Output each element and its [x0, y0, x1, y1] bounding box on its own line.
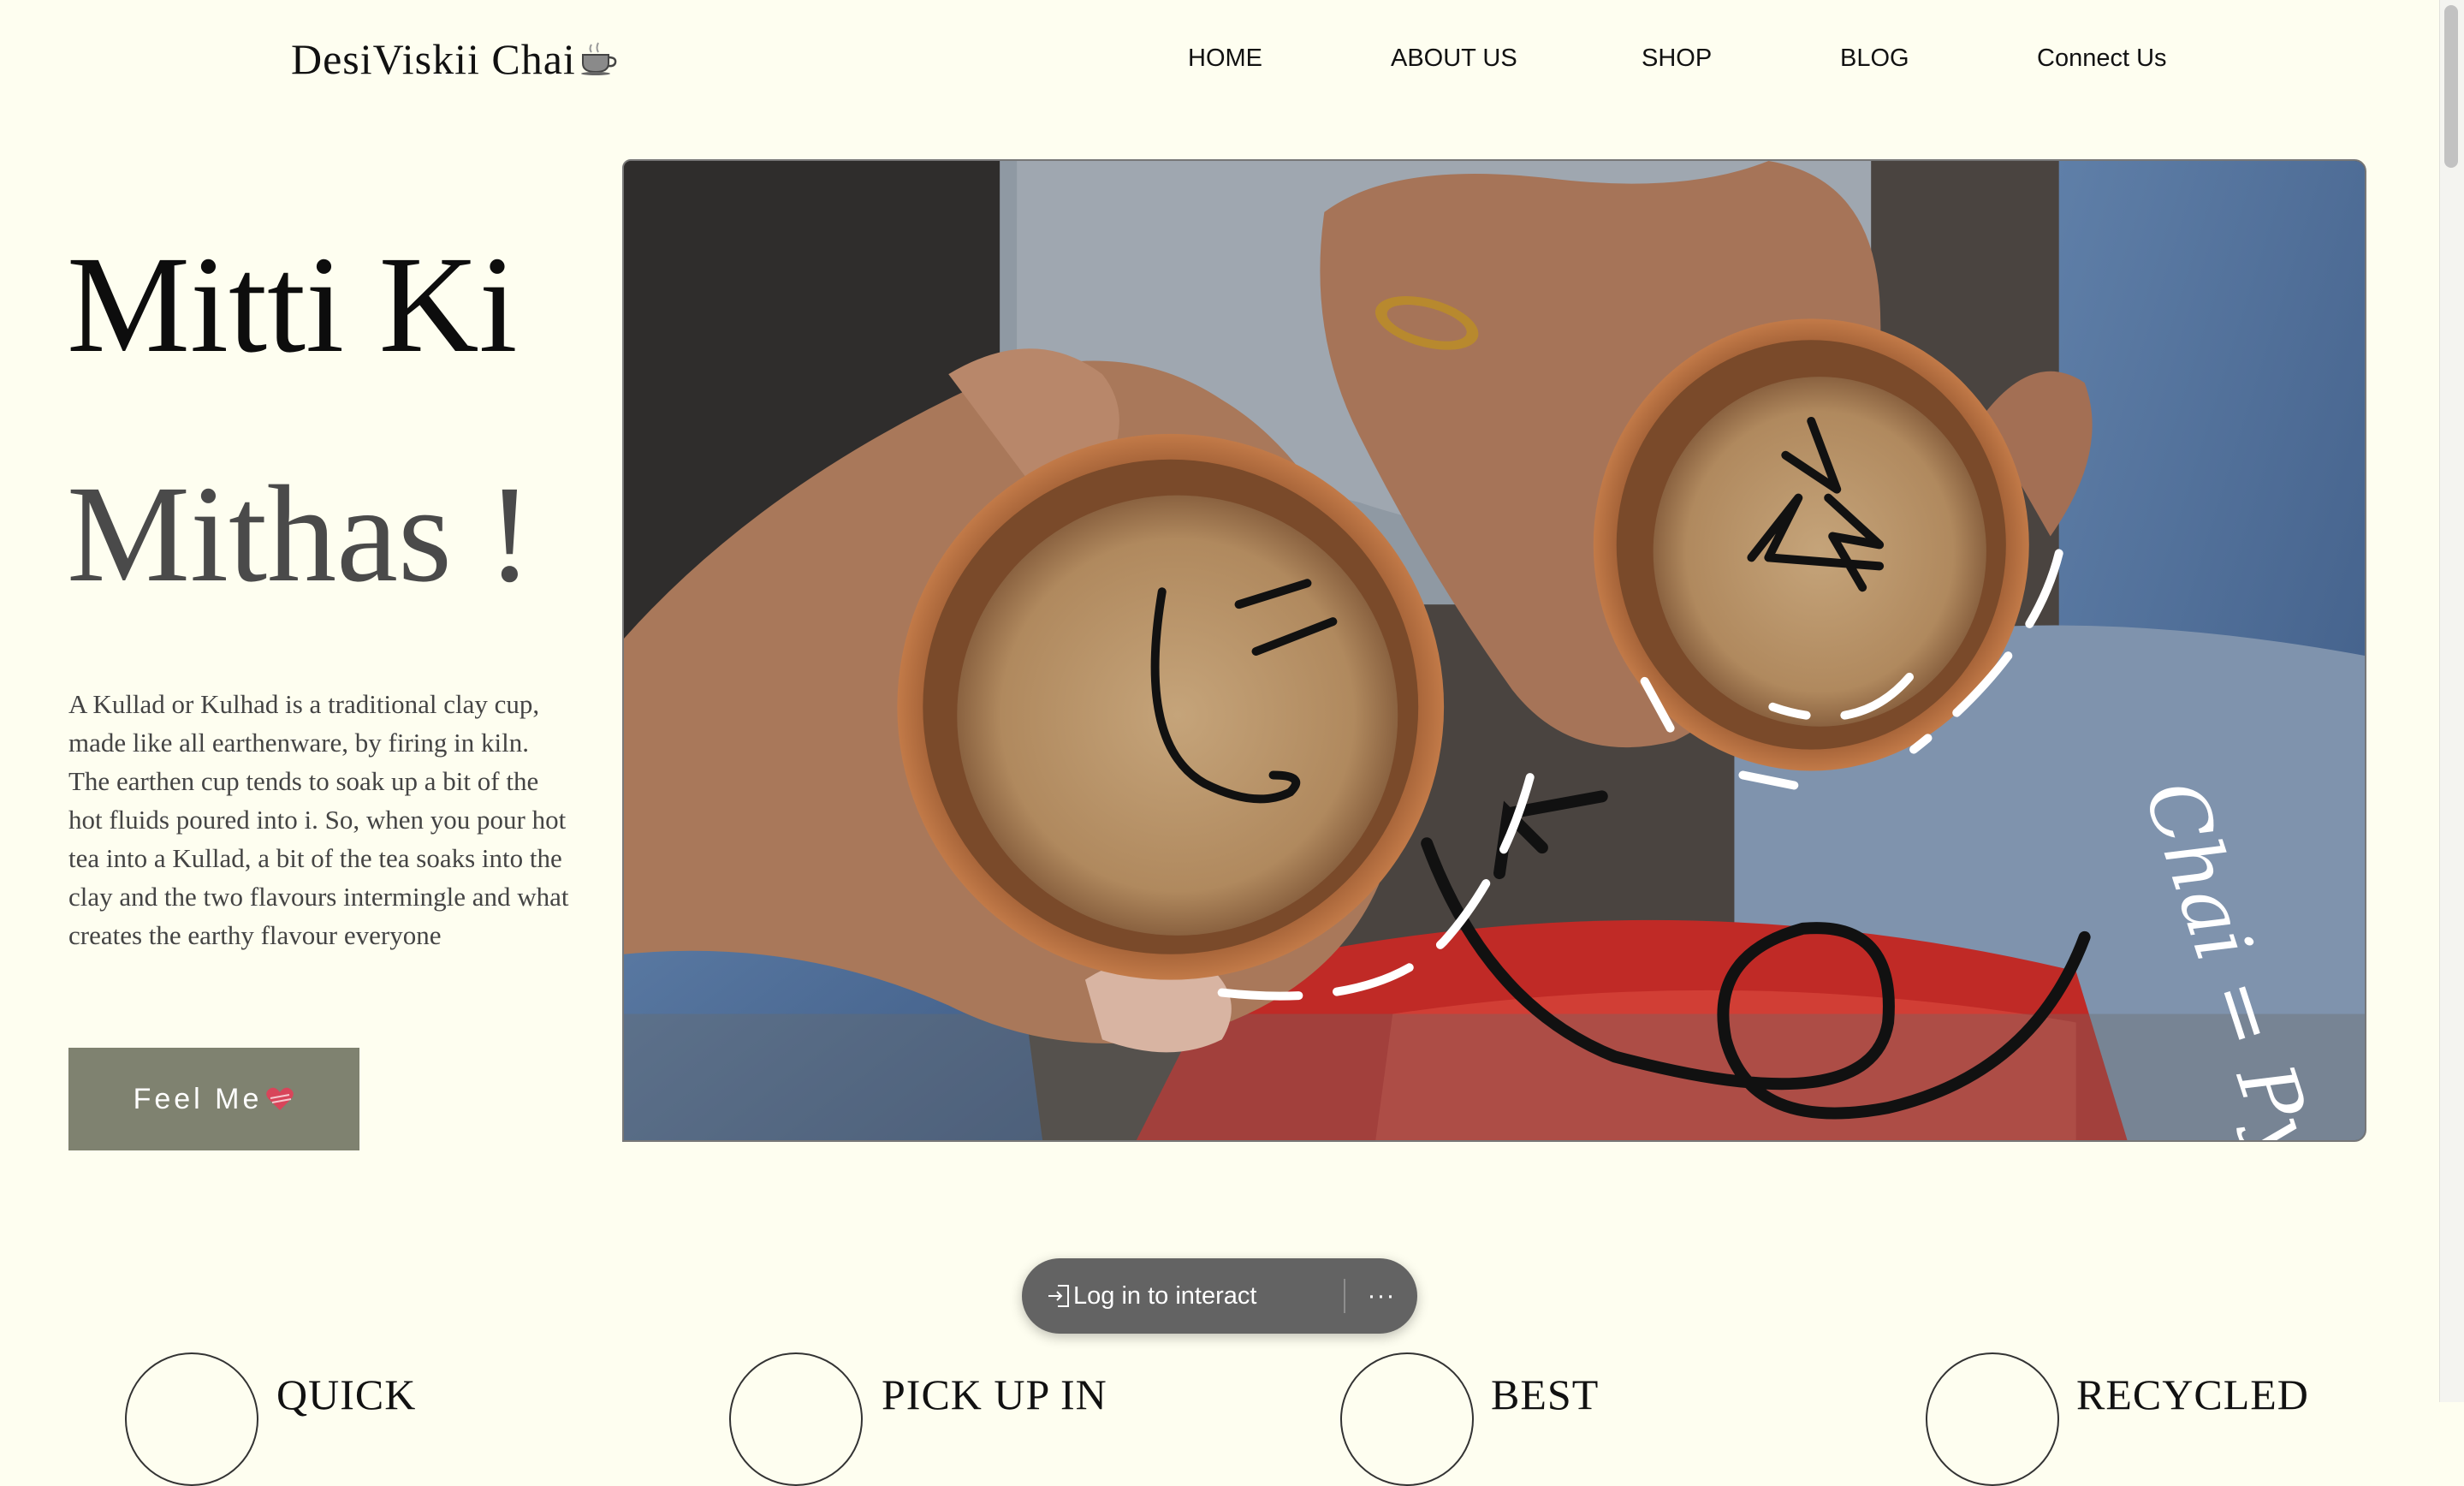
- heart-icon: [265, 1086, 294, 1112]
- feel-me-button[interactable]: Feel Me: [68, 1048, 359, 1150]
- scrollbar-thumb[interactable]: [2444, 5, 2458, 168]
- main-nav: HOME ABOUT US SHOP BLOG Connect Us: [0, 45, 2464, 87]
- feature-label-recycled: RECYCLED: [2076, 1370, 2309, 1418]
- nav-blog[interactable]: BLOG: [1840, 45, 1909, 73]
- nav-home[interactable]: HOME: [1188, 45, 1262, 73]
- feature-icon-pickup: [729, 1352, 863, 1486]
- more-options-button[interactable]: ···: [1345, 1258, 1417, 1334]
- hero-title-line2: Mithas !: [67, 458, 533, 611]
- nav-connect-us[interactable]: Connect Us: [2037, 45, 2167, 73]
- login-to-interact-button[interactable]: Log in to interact: [1022, 1258, 1344, 1334]
- login-icon: [1046, 1282, 1073, 1310]
- feature-icon-recycled: [1926, 1352, 2059, 1486]
- feature-label-quick: QUICK: [276, 1370, 417, 1418]
- login-label: Log in to interact: [1073, 1281, 1257, 1310]
- feature-label-pickup: PICK UP IN: [882, 1370, 1107, 1418]
- cta-label: Feel Me: [133, 1082, 263, 1115]
- hero-description: A Kullad or Kulhad is a traditional clay…: [68, 689, 569, 950]
- hero-image: Chai = Pyaar: [622, 159, 2366, 1142]
- feature-icon-best: [1340, 1352, 1474, 1486]
- login-bar: Log in to interact ···: [1022, 1258, 1417, 1334]
- feature-label-best: BEST: [1491, 1370, 1600, 1418]
- feature-icon-quick: [125, 1352, 258, 1486]
- scrollbar-track[interactable]: [2439, 0, 2464, 1402]
- nav-shop[interactable]: SHOP: [1642, 45, 1712, 73]
- hero-title-line1: Mitti Ki: [67, 229, 518, 382]
- more-icon: ···: [1367, 1281, 1396, 1310]
- nav-about-us[interactable]: ABOUT US: [1391, 45, 1517, 73]
